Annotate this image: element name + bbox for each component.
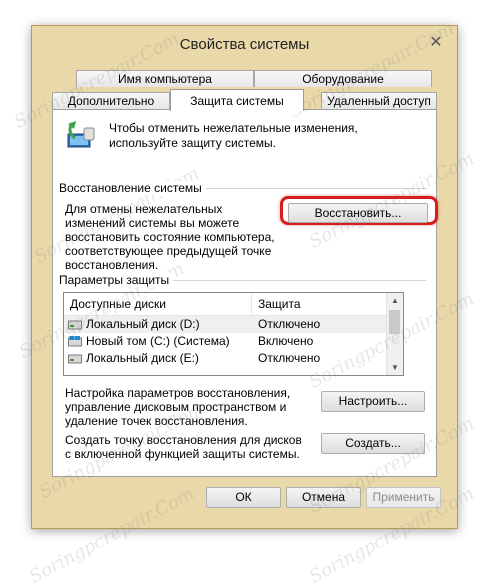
drive-status: Отключено — [258, 317, 321, 331]
tab-computer-name[interactable]: Имя компьютера — [76, 70, 254, 87]
intro-text: Чтобы отменить нежелательные изменения, … — [109, 121, 358, 150]
apply-button[interactable]: Применить — [366, 487, 441, 508]
drive-icon — [68, 320, 82, 330]
restore-description: Для отмены нежелательных изменений систе… — [65, 202, 275, 272]
system-drive-icon — [68, 336, 82, 347]
scroll-thumb[interactable] — [389, 310, 400, 334]
tab-remote[interactable]: Удаленный доступ — [321, 92, 437, 109]
drive-name: Локальный диск (E:) — [86, 351, 199, 365]
tab-panel-system-protection: Чтобы отменить нежелательные изменения, … — [52, 109, 438, 477]
configure-description: Настройка параметров восстановления, упр… — [65, 386, 291, 428]
drive-status: Отключено — [258, 351, 321, 365]
create-description: Создать точку восстановления для дисков … — [65, 433, 302, 461]
drive-name: Новый том (C:) (Система) — [86, 334, 230, 348]
drive-row[interactable]: Локальный диск (D:) Отключено — [64, 316, 389, 333]
column-drives[interactable]: Доступные диски — [70, 297, 166, 311]
system-protection-icon — [67, 121, 95, 148]
drives-list[interactable]: Доступные диски Защита Локальный диск (D… — [63, 292, 404, 376]
ok-button[interactable]: ОК — [206, 487, 281, 508]
drive-status: Включено — [258, 334, 314, 348]
scroll-down-icon[interactable]: ▼ — [387, 360, 403, 375]
protection-group-title: Параметры защиты — [59, 273, 174, 287]
tabs-bottom-row: Дополнительно Защита системы Удаленный д… — [52, 88, 437, 111]
close-icon: ✕ — [429, 34, 443, 51]
tab-advanced[interactable]: Дополнительно — [52, 92, 170, 109]
cancel-button[interactable]: Отмена — [286, 487, 361, 508]
drives-list-header: Доступные диски Защита — [64, 293, 389, 316]
tab-hardware[interactable]: Оборудование — [254, 70, 432, 87]
title-bar[interactable]: Свойства системы ✕ — [32, 26, 457, 62]
drive-name: Локальный диск (D:) — [86, 317, 200, 331]
drive-icon — [68, 354, 82, 364]
close-button[interactable]: ✕ — [421, 34, 451, 54]
restore-group-title: Восстановление системы — [59, 181, 206, 195]
window-title: Свойства системы — [179, 36, 310, 53]
drive-row[interactable]: Новый том (C:) (Система) Включено — [64, 333, 389, 350]
tab-system-protection[interactable]: Защита системы — [170, 89, 304, 111]
drive-row[interactable]: Локальный диск (E:) Отключено — [64, 350, 389, 367]
system-properties-window: Свойства системы ✕ Имя компьютера Оборуд… — [31, 25, 458, 529]
create-button[interactable]: Создать... — [321, 433, 425, 454]
restore-button[interactable]: Восстановить... — [288, 203, 428, 223]
scroll-up-icon[interactable]: ▲ — [387, 293, 403, 308]
column-protection[interactable]: Защита — [258, 297, 301, 311]
tabs-top-row: Имя компьютера Оборудование — [52, 70, 437, 88]
configure-button[interactable]: Настроить... — [321, 391, 425, 412]
column-separator — [251, 293, 252, 315]
vertical-scrollbar[interactable]: ▲ ▼ — [386, 293, 403, 375]
